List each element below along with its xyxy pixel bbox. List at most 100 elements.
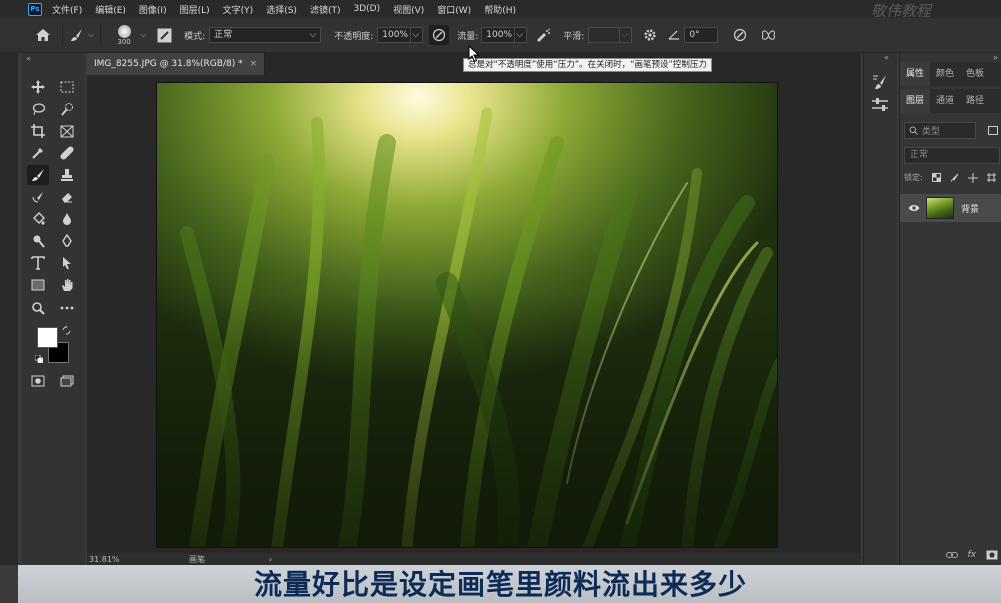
menu-edit[interactable]: 编辑(E) <box>95 3 126 16</box>
flow-dropdown[interactable]: ⌵ <box>515 27 528 43</box>
quick-selection-tool-icon[interactable] <box>56 99 78 119</box>
foreground-color-swatch[interactable] <box>37 327 58 348</box>
layer-row[interactable]: 背景 <box>900 194 1001 222</box>
path-selection-tool-icon[interactable] <box>56 253 78 273</box>
menu-image[interactable]: 图像(I) <box>139 3 167 16</box>
properties-tab-group: 属性 颜色 色板 <box>900 62 1001 86</box>
search-icon <box>909 126 918 135</box>
eraser-tool-icon[interactable] <box>56 187 78 207</box>
blur-tool-icon[interactable] <box>56 209 78 229</box>
eyedropper-tool-icon[interactable] <box>27 143 49 163</box>
chevron-down-icon[interactable]: ⌵ <box>140 30 146 40</box>
layer-filter-select[interactable]: 类型 <box>904 122 976 139</box>
collapse-icon[interactable]: « <box>884 53 889 62</box>
lock-artboard-icon[interactable] <box>986 173 996 182</box>
angle-icon <box>668 30 680 40</box>
link-icon[interactable] <box>945 551 958 559</box>
healing-brush-tool-icon[interactable] <box>56 143 78 163</box>
close-icon[interactable]: × <box>250 59 258 69</box>
lock-brush-icon[interactable] <box>950 173 959 182</box>
lasso-tool-icon[interactable] <box>27 99 49 119</box>
opacity-field[interactable]: 100% <box>377 27 412 43</box>
menu-layer[interactable]: 图层(L) <box>180 3 210 16</box>
mask-icon[interactable] <box>986 550 998 560</box>
blend-mode-select[interactable]: 正常 <box>904 147 1000 164</box>
crop-tool-icon[interactable] <box>27 121 49 141</box>
tab-layers[interactable]: 图层 <box>900 89 931 113</box>
menu-window[interactable]: 窗口(W) <box>437 3 471 16</box>
symmetry-button[interactable] <box>758 25 778 45</box>
menu-filter[interactable]: 滤镜(T) <box>310 3 341 16</box>
smoothing-dropdown[interactable]: ⌵ <box>620 27 633 43</box>
menu-file[interactable]: 文件(F) <box>52 3 82 16</box>
flow-field[interactable]: 100% <box>481 27 516 43</box>
pen-tool-icon[interactable] <box>56 231 78 251</box>
default-colors-icon[interactable] <box>35 355 43 363</box>
layer-filter-row: 类型 <box>904 122 998 139</box>
smoothing-field[interactable] <box>588 27 621 43</box>
hand-tool-icon[interactable] <box>56 275 78 295</box>
type-tool-icon[interactable] <box>27 253 49 273</box>
swap-colors-icon[interactable] <box>62 326 71 335</box>
airbrush-button[interactable] <box>533 25 553 45</box>
tab-channels[interactable]: 通道 <box>930 89 960 113</box>
angle-field[interactable]: 0° <box>684 27 719 43</box>
tab-swatches[interactable]: 色板 <box>960 62 990 86</box>
rectangle-tool-icon[interactable] <box>27 275 49 295</box>
smoothing-options-button[interactable] <box>640 25 660 45</box>
butterfly-icon <box>761 29 775 40</box>
move-tool-icon[interactable] <box>27 77 49 97</box>
layers-tab-group: 图层 通道 路径 <box>900 89 1001 113</box>
collapse-icon[interactable]: « <box>26 54 31 63</box>
collapse-icon[interactable]: » <box>993 53 998 62</box>
tab-paths[interactable]: 路径 <box>960 89 990 113</box>
frame-tool-icon[interactable] <box>56 121 78 141</box>
menu-help[interactable]: 帮助(H) <box>484 3 516 16</box>
eye-icon[interactable] <box>908 204 920 212</box>
mode-select[interactable]: 正常 ⌵ <box>209 27 322 43</box>
size-pressure-button[interactable] <box>730 25 750 45</box>
opacity-dropdown[interactable]: ⌵ <box>411 27 424 43</box>
document-tab[interactable]: IMG_8255.JPG @ 31.8%(RGB/8) * × <box>87 53 265 75</box>
tab-color[interactable]: 颜色 <box>930 62 960 86</box>
marquee-tool-icon[interactable] <box>56 77 78 97</box>
history-brush-tool-icon[interactable] <box>27 187 49 207</box>
gear-icon <box>644 29 656 41</box>
status-arrow-icon[interactable]: › <box>269 555 272 564</box>
lock-position-icon[interactable] <box>967 172 978 183</box>
collapsed-panel-strip: « <box>863 53 897 565</box>
paint-bucket-tool-icon[interactable] <box>27 209 49 229</box>
zoom-level[interactable]: 31.81% <box>89 555 179 564</box>
brush-preset-picker[interactable]: 300 <box>111 24 137 46</box>
document-area: IMG_8255.JPG @ 31.8%(RGB/8) * × <box>87 53 861 565</box>
menu-view[interactable]: 视图(V) <box>393 3 424 16</box>
menu-select[interactable]: 选择(S) <box>266 3 297 16</box>
clone-stamp-tool-icon[interactable] <box>56 165 78 185</box>
status-info[interactable]: 画笔 <box>189 554 269 565</box>
dodge-tool-icon[interactable] <box>27 231 49 251</box>
quick-mask-icon[interactable] <box>27 371 49 391</box>
zoom-tool-icon[interactable] <box>27 298 49 318</box>
menu-bar: Ps 文件(F) 编辑(E) 图像(I) 图层(L) 文字(Y) 选择(S) 滤… <box>0 0 1001 20</box>
tab-properties[interactable]: 属性 <box>900 62 931 86</box>
airbrush-icon <box>537 28 551 42</box>
layer-thumbnail <box>926 197 954 219</box>
image-filter-icon[interactable] <box>988 126 998 135</box>
smoothing-label: 平滑: <box>563 31 585 42</box>
image-canvas[interactable] <box>156 82 778 548</box>
more-tools-icon[interactable] <box>56 298 78 318</box>
brush-tool-icon[interactable] <box>27 165 49 185</box>
menu-type[interactable]: 文字(Y) <box>223 3 254 16</box>
mode-label: 模式: <box>184 31 206 42</box>
tool-preset-picker[interactable]: ⌵ <box>69 27 94 43</box>
opacity-pressure-button[interactable] <box>429 25 450 45</box>
angle-control[interactable]: 0° <box>668 27 719 43</box>
home-button[interactable] <box>30 22 56 48</box>
brush-settings-toggle[interactable] <box>154 25 174 45</box>
menu-3d[interactable]: 3D(D) <box>353 4 380 14</box>
fx-icon[interactable]: fx <box>968 550 977 560</box>
adjustments-panel-button[interactable] <box>871 97 891 115</box>
screen-mode-icon[interactable] <box>56 371 78 391</box>
brush-settings-panel-button[interactable] <box>871 73 891 91</box>
lock-transparent-icon[interactable] <box>931 173 941 182</box>
